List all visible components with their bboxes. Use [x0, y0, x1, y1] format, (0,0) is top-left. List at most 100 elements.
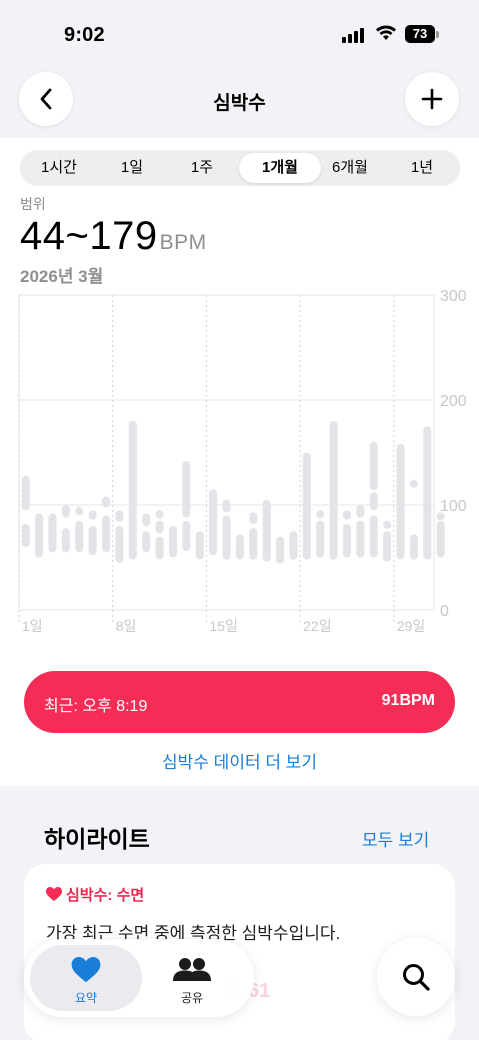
search-icon [403, 964, 430, 991]
segment-1-month[interactable]: 1개월 [239, 153, 321, 183]
x-tick-label: 8일 [116, 618, 137, 634]
plus-icon [421, 88, 443, 110]
x-tick-label: 1일 [22, 618, 43, 634]
highlights-title: 하이라이트 [44, 826, 150, 852]
tab-sharing[interactable]: 공유 [136, 945, 248, 1011]
range-period: 2026년 3월 [20, 267, 104, 286]
people-icon [173, 958, 211, 981]
range-number: 44~179 [20, 214, 158, 258]
heart-rate-range-bar [209, 489, 218, 556]
y-tick-label: 200 [440, 393, 467, 410]
heart-rate-card: 1시간 1일 1주 1개월 6개월 1년 범위 44~179BPM 2026년 … [0, 138, 479, 786]
heart-rate-range-bar [35, 513, 44, 558]
tab-bar: 요약 공유 [24, 939, 254, 1017]
heart-rate-range-bar [396, 444, 405, 560]
heart-rate-range-bar [182, 460, 191, 518]
range-value: 44~179BPM [20, 214, 207, 259]
battery-cap [436, 31, 439, 38]
range-label: 범위 [20, 196, 46, 212]
heart-rate-range-bar [409, 534, 418, 560]
recent-time: 최근: 오후 8:19 [44, 698, 148, 715]
y-tick-label: 0 [440, 603, 449, 620]
heart-rate-range-bar [262, 499, 271, 562]
add-data-button[interactable] [405, 72, 459, 126]
heart-rate-range-bar [276, 536, 285, 564]
status-time: 9:02 [64, 24, 105, 46]
heart-rate-range-bar [75, 507, 84, 516]
heart-rate-range-bar [356, 505, 365, 518]
heart-rate-range-bar [316, 510, 325, 519]
heart-icon [46, 887, 62, 901]
heart-rate-range-bar [102, 515, 111, 553]
heart-rate-range-bar [142, 531, 151, 553]
segment-6-months[interactable]: 6개월 [313, 153, 387, 183]
highlight-tag-label: 심박수: 수면 [66, 887, 145, 904]
heart-rate-range-bar [142, 513, 151, 526]
heart-rate-range-bar [102, 496, 111, 508]
heart-rate-range-bar [168, 526, 177, 558]
heart-rate-range-bar [356, 520, 365, 558]
heart-rate-range-bar [289, 531, 298, 560]
status-bar: 9:02 73 [0, 0, 479, 62]
heart-rate-range-bar [436, 512, 445, 521]
heart-rate-range-bar [75, 520, 84, 553]
heart-rate-range-bar [383, 520, 392, 529]
heart-rate-range-bar [235, 534, 244, 560]
y-tick-label: 300 [440, 288, 467, 305]
x-tick-label: 15일 [209, 618, 237, 634]
segment-1-year[interactable]: 1년 [385, 153, 459, 183]
segment-1-week[interactable]: 1주 [165, 153, 239, 183]
heart-rate-range-bar [369, 442, 378, 491]
wifi-icon [376, 25, 396, 40]
heart-rate-range-bar [436, 520, 445, 558]
battery-icon: 73 [405, 25, 435, 43]
segment-1-day[interactable]: 1일 [95, 153, 169, 183]
heart-rate-range-bar [383, 531, 392, 562]
search-button[interactable] [377, 938, 455, 1016]
heart-rate-range-bar [128, 421, 137, 560]
heart-rate-range-bar [342, 523, 351, 558]
heart-rate-range-bar [195, 531, 204, 560]
heart-rate-range-bar [88, 510, 97, 520]
time-range-segmented-control: 1시간 1일 1주 1개월 6개월 1년 [20, 150, 460, 186]
highlight-tag: 심박수: 수면 [46, 884, 144, 905]
heart-rate-range-bar [222, 499, 231, 513]
heart-rate-range-bar [48, 513, 57, 553]
tab-summary-label: 요약 [74, 991, 98, 1005]
range-unit: BPM [159, 231, 207, 254]
heart-rate-range-bar [316, 520, 325, 558]
heart-rate-range-bar [423, 426, 432, 560]
heart-rate-range-bar [115, 526, 124, 563]
heart-rate-range-bar [115, 510, 124, 522]
show-more-heart-rate-data-link[interactable]: 심박수 데이터 더 보기 [0, 748, 479, 773]
nav-bar: 심박수 [0, 62, 479, 138]
y-tick-label: 100 [440, 498, 467, 515]
heart-rate-range-bar [155, 510, 164, 519]
heart-rate-chart[interactable]: 300 200 100 0 1일 8일 15일 22일 29일 [0, 286, 479, 636]
cellular-signal-icon [342, 27, 366, 43]
x-tick-label: 22일 [303, 618, 331, 634]
heart-rate-range-bar [369, 492, 378, 511]
heart-rate-range-bar [21, 523, 30, 547]
heart-rate-range-bar [409, 479, 418, 488]
heart-rate-range-bar [369, 515, 378, 558]
heart-rate-range-bar [155, 536, 164, 560]
heart-rate-range-bar [88, 526, 97, 556]
see-all-link[interactable]: 모두 보기 [362, 826, 429, 851]
recent-reading-bar[interactable]: 최근: 오후 8:19 91BPM [24, 671, 455, 733]
heart-rate-range-bar [329, 421, 338, 560]
tab-sharing-label: 공유 [180, 991, 204, 1005]
heart-rate-range-bar [61, 505, 70, 518]
recent-value: 91BPM [381, 692, 435, 709]
tab-summary[interactable]: 요약 [30, 945, 142, 1011]
heart-rate-range-bar [249, 528, 258, 560]
heart-rate-range-bar [21, 475, 30, 511]
heart-filled-icon [71, 957, 101, 983]
heart-rate-range-bar [249, 512, 258, 524]
x-tick-label: 29일 [397, 618, 425, 634]
heart-rate-range-bar [222, 515, 231, 560]
heart-rate-range-bar [302, 452, 311, 560]
heart-rate-range-bar [342, 510, 351, 520]
segment-1-hour[interactable]: 1시간 [22, 153, 96, 183]
heart-rate-range-bar [182, 520, 191, 552]
